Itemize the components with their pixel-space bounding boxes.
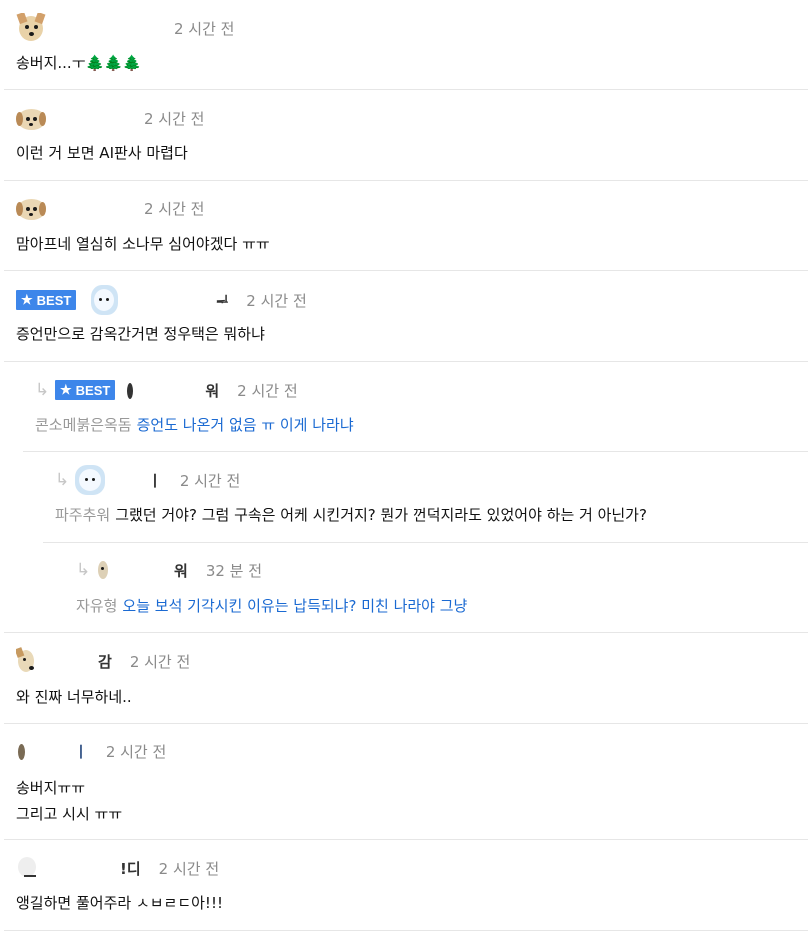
reply-arrow-icon: ↳ bbox=[55, 470, 70, 490]
avatar[interactable] bbox=[16, 193, 46, 223]
comment-time: 2 시간 전 bbox=[105, 742, 167, 761]
comment-nick[interactable]: 워 bbox=[205, 380, 219, 401]
avatar[interactable] bbox=[88, 285, 119, 315]
comment: ㅣ 2 시간 전 송버지ㅠㅠ 그리고 시시 ㅠㅠ bbox=[4, 724, 808, 840]
avatar[interactable] bbox=[16, 646, 40, 676]
comment-text: 와 진짜 너무하네.. bbox=[16, 688, 132, 706]
comment-nick[interactable]: ㅣ bbox=[148, 470, 162, 491]
best-badge: ★ BEST bbox=[55, 380, 116, 400]
comment-time: 32 분 전 bbox=[205, 561, 263, 580]
best-badge-label: BEST bbox=[75, 382, 111, 398]
comment-time: 2 시간 전 bbox=[144, 109, 205, 128]
reply-target-nick[interactable]: 파주추워 bbox=[55, 506, 110, 524]
reply-target-nick[interactable]: 콘소메붉은옥돔 bbox=[35, 416, 132, 434]
comment-time: 2 시간 전 bbox=[179, 471, 241, 490]
reply-arrow-icon: ↳ bbox=[76, 560, 91, 580]
comment-nick[interactable]: 워 bbox=[174, 560, 188, 581]
comment: 감 2 시간 전 와 진짜 너무하네.. bbox=[4, 633, 808, 724]
comment: !디 2 시간 전 앵길하면 풀어주라 ㅅㅂㄹㄷ아!!! bbox=[4, 840, 808, 931]
comment-time: 2 시간 전 bbox=[158, 859, 220, 878]
reply-comment: ↳ ★ BEST 워 2 시간 전 콘소메붉은옥돔 증언도 나온거 없음 ㅠ 이게… bbox=[23, 362, 808, 452]
reply-comment: ↳ ㅣ 2 시간 전 파주추워 그랬던 거야? 그럼 구속은 어케 시킨거지? 뭔… bbox=[43, 452, 808, 543]
comment-text: 맘아프네 열심히 소나무 심어야겠다 ㅠㅠ bbox=[16, 235, 270, 253]
comment-time: 2 시간 전 bbox=[129, 652, 191, 671]
avatar[interactable] bbox=[16, 13, 46, 43]
comment-nick[interactable]: !디 bbox=[120, 858, 141, 879]
comment-time: 2 시간 전 bbox=[246, 291, 307, 310]
comment: 2 시간 전 송버지...ㅜ🌲🌲🌲 bbox=[4, 0, 808, 90]
comment-text: 증언만으로 감옥간거면 정우택은 뭐하냐 bbox=[16, 325, 265, 343]
comment-time: 2 시간 전 bbox=[237, 381, 298, 400]
comment-text: 송버지...ㅜ🌲🌲🌲 bbox=[16, 54, 142, 72]
avatar[interactable] bbox=[127, 375, 135, 405]
best-badge: ★ BEST bbox=[16, 290, 77, 310]
avatar[interactable] bbox=[16, 736, 26, 766]
avatar[interactable] bbox=[16, 853, 38, 883]
comment-text: 앵길하면 풀어주라 ㅅㅂㄹㄷ아!!! bbox=[16, 894, 223, 912]
avatar[interactable] bbox=[16, 103, 46, 133]
comment-time: 2 시간 전 bbox=[174, 19, 235, 38]
reply-comment: ↳ 워 32 분 전 자유형 오늘 보석 기각시킨 이유는 납득되냐? 미친 나라… bbox=[4, 543, 808, 633]
comment-text: 파주추워 그랬던 거야? 그럼 구속은 어케 시킨거지? 뭔가 껀덕지라도 있었어… bbox=[55, 506, 647, 524]
comment-text: 자유형 오늘 보석 기각시킨 이유는 납득되냐? 미친 나라야 그냥 bbox=[76, 597, 468, 615]
reply-target-nick[interactable]: 자유형 bbox=[76, 597, 117, 615]
comment-time: 2 시간 전 bbox=[144, 199, 205, 218]
star-icon: ★ bbox=[21, 292, 33, 307]
comment-text: 이런 거 보면 AI판사 마렵다 bbox=[16, 144, 188, 162]
comment: 2 시간 전 이런 거 보면 AI판사 마렵다 bbox=[4, 90, 808, 181]
comment-text: 그리고 시시 ㅠㅠ bbox=[16, 805, 123, 823]
avatar[interactable] bbox=[75, 465, 105, 495]
star-icon: ★ bbox=[60, 382, 72, 397]
comment-nick[interactable]: ㅣ bbox=[74, 741, 88, 762]
comment-nick[interactable]: 감 bbox=[98, 651, 112, 672]
comment-text: 송버지ㅠㅠ bbox=[16, 779, 86, 797]
reply-arrow-icon: ↳ bbox=[35, 380, 50, 400]
comment: 2 시간 전 맘아프네 열심히 소나무 심어야겠다 ㅠㅠ bbox=[4, 181, 808, 271]
comment: ★ BEST ᆗ 2 시간 전 증언만으로 감옥간거면 정우택은 뭐하냐 bbox=[4, 271, 808, 362]
comment-nick[interactable]: ᆗ bbox=[216, 291, 228, 310]
best-badge-label: BEST bbox=[36, 292, 72, 308]
avatar[interactable] bbox=[96, 555, 108, 585]
comment-text: 콘소메붉은옥돔 증언도 나온거 없음 ㅠ 이게 나라냐 bbox=[35, 416, 354, 434]
